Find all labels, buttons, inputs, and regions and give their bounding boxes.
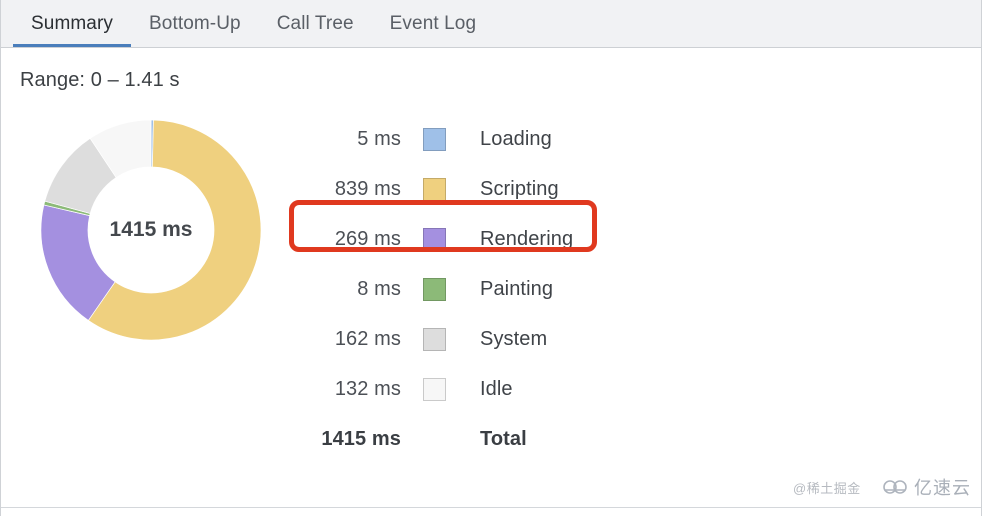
legend-row-rendering[interactable]: 269 ms Rendering xyxy=(301,214,573,264)
summary-content: 1415 ms 5 ms Loading 839 ms Scripting 26… xyxy=(1,92,981,464)
legend-label-painting: Painting xyxy=(480,277,554,300)
donut-chart-wrapper: 1415 ms xyxy=(1,102,301,344)
legend-label-total: Total xyxy=(480,427,527,450)
tab-bar: Summary Bottom-Up Call Tree Event Log xyxy=(1,0,981,48)
legend-value-scripting: 839 ms xyxy=(334,177,401,200)
legend: 5 ms Loading 839 ms Scripting 269 ms Ren… xyxy=(289,102,597,464)
legend-label-rendering: Rendering xyxy=(480,227,574,250)
legend-label-loading: Loading xyxy=(480,127,552,150)
legend-value-total: 1415 ms xyxy=(321,427,401,450)
legend-value-painting: 8 ms xyxy=(357,277,401,300)
donut-chart-svg xyxy=(40,119,262,341)
range-label: Range: 0 – 1.41 s xyxy=(20,69,180,91)
legend-swatch-rendering xyxy=(423,227,446,251)
legend-swatch-system xyxy=(423,327,446,351)
legend-value-system: 162 ms xyxy=(334,327,401,350)
legend-swatch-idle xyxy=(423,377,446,401)
watermark-logo-name: 亿速云 xyxy=(914,478,971,498)
legend-row-idle[interactable]: 132 ms Idle xyxy=(301,364,573,414)
legend-swatch-scripting xyxy=(423,177,446,201)
legend-label-system: System xyxy=(480,327,548,350)
legend-value-rendering: 269 ms xyxy=(334,227,401,250)
legend-swatch-painting xyxy=(423,277,446,301)
tab-call-tree[interactable]: Call Tree xyxy=(259,0,372,47)
tab-summary[interactable]: Summary xyxy=(13,0,131,47)
performance-summary-panel: Summary Bottom-Up Call Tree Event Log Ra… xyxy=(0,0,982,516)
legend-row-scripting[interactable]: 839 ms Scripting xyxy=(301,164,573,214)
tab-summary-label: Summary xyxy=(31,12,113,34)
tab-event-log-label: Event Log xyxy=(389,12,477,34)
legend-row-system[interactable]: 162 ms System xyxy=(301,314,573,364)
legend-row-painting[interactable]: 8 ms Painting xyxy=(301,264,573,314)
tab-event-log[interactable]: Event Log xyxy=(372,0,494,47)
watermark-text: @稀土掘金 xyxy=(793,481,861,496)
legend-swatch-loading xyxy=(423,127,446,151)
watermark-logo: 亿速云 xyxy=(883,474,971,500)
legend-value-loading: 5 ms xyxy=(357,127,401,150)
legend-row-loading[interactable]: 5 ms Loading xyxy=(301,114,573,164)
tab-bottom-up-label: Bottom-Up xyxy=(149,12,241,34)
tab-bottom-up[interactable]: Bottom-Up xyxy=(131,0,259,47)
panel-bottom-border xyxy=(1,507,981,516)
legend-row-total: 1415 ms Total xyxy=(301,414,573,464)
donut-chart[interactable]: 1415 ms xyxy=(37,116,265,344)
tab-call-tree-label: Call Tree xyxy=(276,12,354,34)
legend-label-idle: Idle xyxy=(480,377,513,400)
legend-value-idle: 132 ms xyxy=(334,377,401,400)
legend-label-scripting: Scripting xyxy=(480,177,559,200)
cloud-icon xyxy=(883,480,907,494)
